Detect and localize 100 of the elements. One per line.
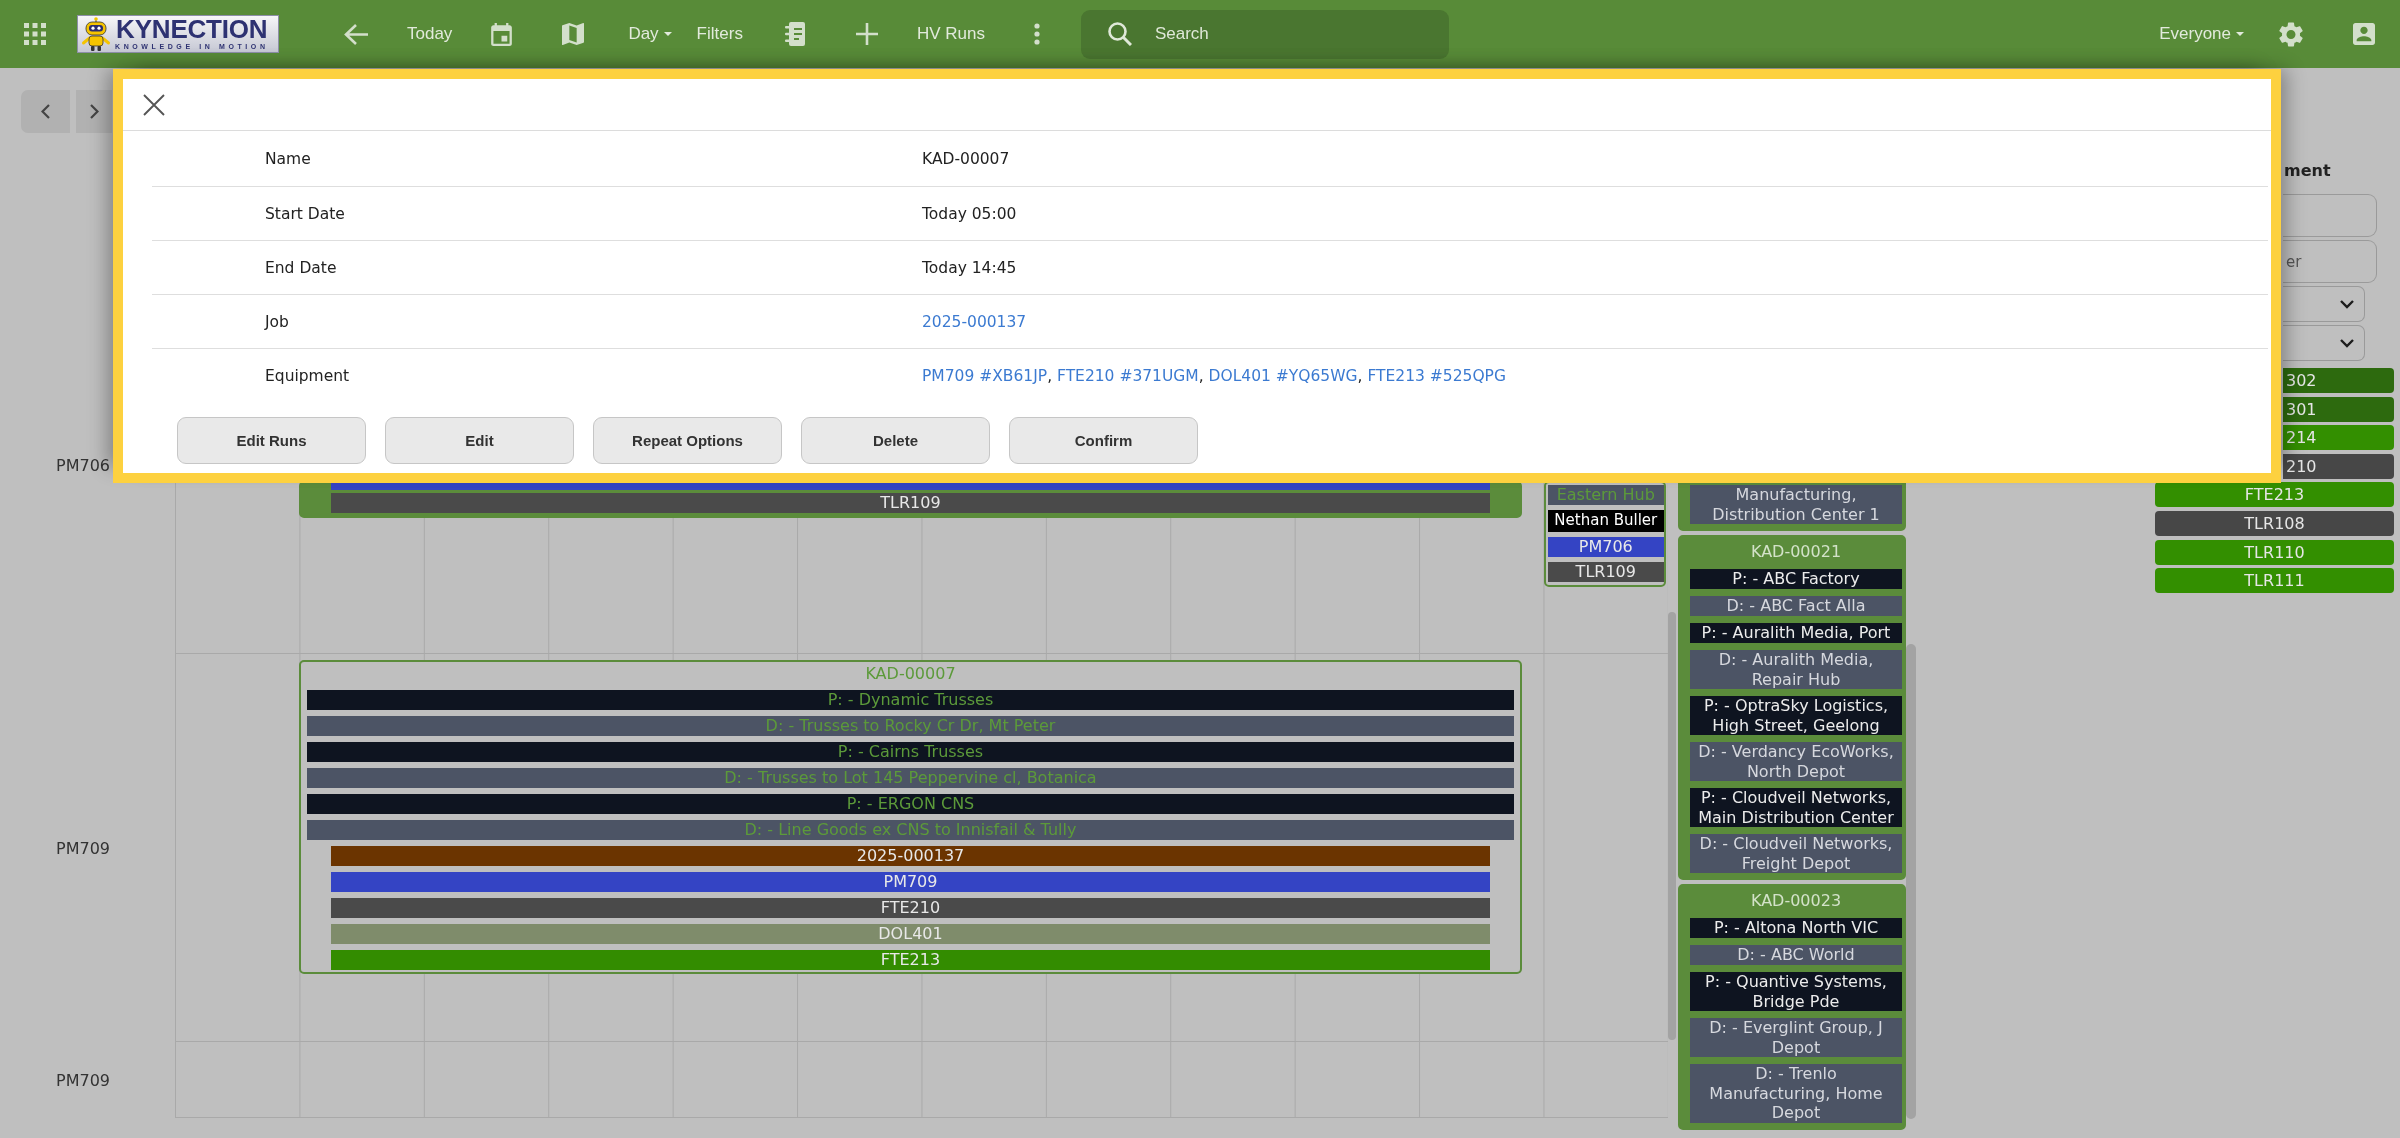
dropoff-stop: Manufacturing, Distribution Center 1	[1690, 485, 1902, 524]
scrollbar-thumb[interactable]	[1906, 644, 1916, 1119]
event-card[interactable]	[299, 660, 1522, 974]
pickup-stop: P: - ERGON CNS	[307, 794, 1514, 814]
equipment-tag[interactable]: TLR111	[2155, 568, 2394, 594]
hv-runs-button[interactable]: HV Runs	[916, 20, 985, 48]
value-link[interactable]: FTE213 #525QPG	[1367, 367, 1506, 385]
value-link[interactable]: 2025-000137	[922, 312, 1027, 331]
field-label: Start Date	[265, 204, 345, 223]
select-field[interactable]	[2283, 286, 2365, 322]
equipment-tag[interactable]: 302	[2283, 368, 2394, 393]
settings-icon	[2279, 21, 2303, 47]
card-title: KAD-00021	[1750, 542, 1842, 562]
arrow-left-icon	[344, 22, 368, 46]
event-card[interactable]	[1678, 535, 1906, 880]
event-card[interactable]: KAD-00023 P: - Altona North VIC D: - ABC World P: - Quantive Systems, Bridge Pde D: - Everglint Group, J Depot D: - Trenlo Manufacturing, Home Depot	[1678, 884, 1906, 1130]
action-button[interactable]: Repeat Options	[593, 417, 782, 464]
dropoff-stop: D: - ABC World	[1690, 945, 1902, 965]
dropoff-stop: D: - Trusses to Lot 145 Peppervine cl, Botanica	[307, 768, 1514, 788]
input-field[interactable]	[2283, 194, 2377, 237]
account-icon	[2353, 23, 2375, 45]
dropoff-stop: D: - Trusses to Rocky Cr Dr, Mt Peter	[307, 716, 1514, 736]
row-label: PM706	[56, 455, 110, 475]
equipment-tag: TLR109	[331, 493, 1490, 513]
equipment-tag: DOL401	[331, 924, 1490, 944]
select-field[interactable]	[2283, 325, 2365, 361]
equipment-tag[interactable]: 210	[2283, 453, 2394, 479]
equipment-tag[interactable]: 301	[2283, 396, 2394, 422]
view-dropdown[interactable]: Day	[628, 20, 672, 48]
calendar-icon	[491, 22, 513, 46]
search-icon	[1107, 21, 1132, 46]
notebook-icon	[784, 22, 805, 46]
pickup-stop: P: - Cloudveil Networks, Main Distribution Center	[1690, 788, 1902, 827]
card-title: KAD-00007	[865, 664, 956, 684]
value-link[interactable]: PM709 #XB61JP	[922, 367, 1048, 385]
chevron-left-icon	[41, 104, 50, 119]
action-button[interactable]: Edit	[385, 417, 574, 464]
value-link[interactable]: DOL401 #YQ65WG	[1208, 367, 1358, 385]
equipment-tag[interactable]: TLR110	[2155, 539, 2394, 565]
equipment-tag[interactable]: FTE213	[2155, 482, 2394, 508]
field-value: Today 05:00	[922, 204, 1017, 223]
scrollbar-thumb[interactable]	[1668, 612, 1676, 1040]
action-button[interactable]: Confirm	[1009, 417, 1198, 464]
next-button[interactable]	[76, 90, 112, 133]
caret-icon	[663, 32, 672, 36]
field-value: Today 14:45	[922, 258, 1017, 277]
panel-heading: ment	[2284, 160, 2331, 182]
equipment-tag: 2025-000137	[331, 846, 1490, 866]
pickup-stop: P: - Altona North VIC	[1690, 918, 1902, 938]
filters-button[interactable]: Filters	[696, 20, 743, 48]
pickup-stop: P: - Auralith Media, Port	[1690, 623, 1902, 643]
pickup-stop: P: - Cairns Trusses	[307, 742, 1514, 762]
dropoff-stop: D: - Verdancy EcoWorks, North Depot	[1690, 742, 1902, 781]
dropoff-stop: D: - Cloudveil Networks, Freight Depot	[1690, 834, 1902, 873]
equipment-tag: FTE210	[331, 898, 1490, 918]
equipment-tag[interactable]: TLR108	[2155, 510, 2394, 536]
robot-icon	[80, 17, 112, 51]
event-card[interactable]: TLR109	[299, 481, 1522, 518]
event-card[interactable]: Eastern Hub Nethan Buller PM706 TLR109	[1543, 481, 1666, 587]
field-label: Job	[265, 312, 289, 331]
close-icon	[143, 93, 165, 116]
field-value: KAD-00007	[922, 149, 1010, 168]
logo-wordmark: KYNECTION	[116, 17, 268, 42]
equipment-tag[interactable]: 214	[2283, 425, 2394, 451]
apps-button[interactable]	[21, 20, 49, 48]
map-icon	[562, 23, 585, 45]
value-link[interactable]: FTE210 #371UGM	[1057, 367, 1199, 385]
card-title: KAD-00023	[1750, 891, 1842, 911]
dropoff-stop: D: - Trenlo Manufacturing, Home Depot	[1690, 1064, 1902, 1123]
apps-icon	[24, 23, 46, 45]
dropoff-stop: D: - Line Goods ex CNS to Innisfail & Tully	[307, 820, 1514, 840]
field-label: Equipment	[265, 367, 350, 385]
row-label: PM709	[56, 1070, 110, 1090]
field-label: End Date	[265, 258, 337, 277]
plus-icon	[855, 23, 878, 45]
input-field[interactable]: er	[2283, 240, 2377, 283]
dropoff-stop: D: - ABC Fact Alla	[1690, 596, 1902, 616]
equipment-tag: FTE213	[331, 950, 1490, 970]
field-label: Name	[265, 149, 311, 168]
action-button[interactable]: Edit Runs	[177, 417, 366, 464]
pickup-stop: P: - ABC Factory	[1690, 569, 1902, 589]
more-vertical-icon	[1033, 23, 1040, 45]
dropoff-stop: D: - Everglint Group, J Depot	[1690, 1018, 1902, 1057]
caret-icon	[2236, 32, 2244, 36]
action-button[interactable]: Delete	[801, 417, 990, 464]
driver-tag: Nethan Buller	[1547, 510, 1664, 532]
pickup-stop: P: - Dynamic Trusses	[307, 690, 1514, 710]
dropoff-stop: D: - Auralith Media, Repair Hub	[1690, 650, 1902, 689]
today-button[interactable]: Today	[407, 20, 453, 48]
chevron-right-icon	[89, 104, 99, 119]
dropoff-stop: Eastern Hub	[1547, 485, 1664, 505]
account-button[interactable]	[2350, 20, 2378, 48]
row-label: PM709	[56, 838, 110, 858]
chevron-down-icon	[2340, 299, 2354, 309]
pickup-stop: P: - OptraSky Logistics, High Street, Geelong	[1690, 696, 1902, 735]
equipment-tag: TLR109	[1547, 561, 1664, 582]
search-field[interactable]: Search	[1080, 9, 1449, 59]
user-filter-dropdown[interactable]: Everyone	[2159, 20, 2244, 48]
equipment-tag: PM709	[331, 872, 1490, 892]
field-value: PM709 #XB61JP, FTE210 #371UGM, DOL401 #YQ65WG, FTE213 #525QPG	[922, 367, 1506, 385]
